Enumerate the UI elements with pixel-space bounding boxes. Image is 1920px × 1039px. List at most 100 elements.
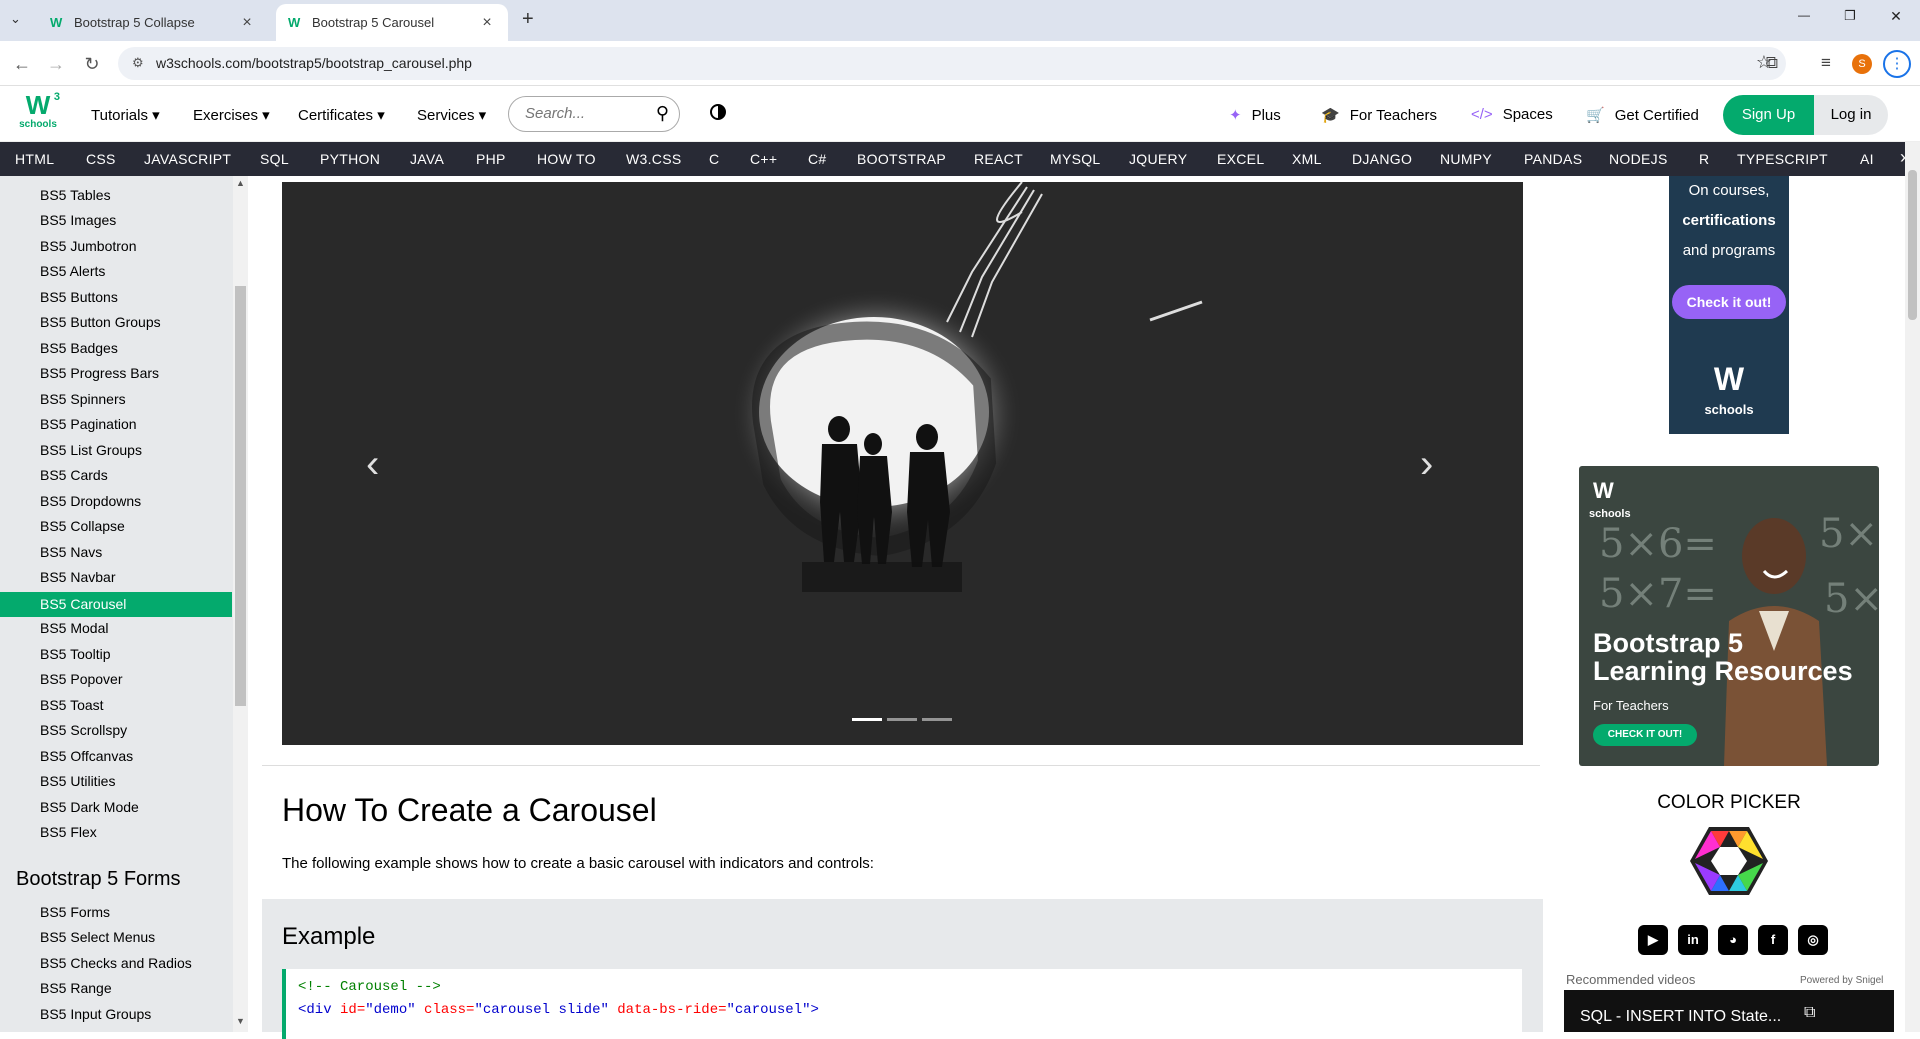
subnav-item[interactable]: PHP bbox=[476, 151, 506, 167]
color-picker-icon[interactable] bbox=[1689, 825, 1769, 897]
browser-menu-icon[interactable]: ⋮ bbox=[1883, 50, 1911, 78]
profile-avatar[interactable]: S bbox=[1852, 54, 1872, 74]
page-scroll-thumb[interactable] bbox=[1908, 170, 1917, 320]
tab-bootstrap-carousel[interactable]: W Bootstrap 5 Carousel × bbox=[276, 4, 508, 41]
sidebar-item[interactable]: BS5 Dark Mode bbox=[40, 795, 139, 820]
sidebar-item[interactable]: BS5 Flex bbox=[40, 820, 97, 845]
subnav-item[interactable]: TYPESCRIPT bbox=[1737, 151, 1828, 167]
linkedin-icon[interactable]: in bbox=[1678, 925, 1708, 955]
search-icon[interactable]: ⚲ bbox=[656, 103, 669, 124]
subnav-item[interactable]: PANDAS bbox=[1524, 151, 1582, 167]
log-in-button[interactable]: Log in bbox=[1814, 95, 1888, 135]
carousel-indicator[interactable] bbox=[852, 718, 882, 721]
subnav-item[interactable]: C bbox=[709, 151, 719, 167]
plus-link[interactable]: ✦ Plus bbox=[1229, 106, 1281, 125]
promo-ad[interactable]: On courses, certifications and programs … bbox=[1669, 176, 1789, 434]
sidebar-item[interactable]: BS5 Spinners bbox=[40, 387, 126, 412]
subnav-item[interactable]: CSS bbox=[86, 151, 116, 167]
subnav-item[interactable]: C++ bbox=[750, 151, 777, 167]
subnav-item[interactable]: NODEJS bbox=[1609, 151, 1668, 167]
subnav-item[interactable]: DJANGO bbox=[1352, 151, 1412, 167]
sidebar-item-active[interactable]: BS5 Carousel bbox=[40, 592, 126, 617]
subnav-item[interactable]: JQUERY bbox=[1129, 151, 1187, 167]
subnav-item[interactable]: SQL bbox=[260, 151, 289, 167]
sidebar-item[interactable]: BS5 Alerts bbox=[40, 259, 105, 284]
subnav-item[interactable]: HOW TO bbox=[537, 151, 596, 167]
site-info-icon[interactable]: ⚙ bbox=[132, 55, 144, 71]
minimize-button[interactable]: — bbox=[1784, 8, 1824, 32]
bootstrap-resources-ad[interactable]: 5×6= 5×7= 5× 5× W schools Bootstrap 5 Lea… bbox=[1579, 466, 1879, 766]
sidebar-item[interactable]: BS5 List Groups bbox=[40, 438, 142, 463]
tab-bootstrap-collapse[interactable]: W Bootstrap 5 Collapse × bbox=[38, 4, 268, 41]
sidebar-item[interactable]: BS5 Offcanvas bbox=[40, 744, 133, 769]
search-box[interactable]: ⚲ bbox=[508, 96, 680, 132]
sidebar-item[interactable]: BS5 Cards bbox=[40, 463, 108, 488]
instagram-icon[interactable]: ◎ bbox=[1798, 925, 1828, 955]
dark-mode-toggle-icon[interactable] bbox=[710, 104, 726, 120]
sidebar-item[interactable]: BS5 Scrollspy bbox=[40, 718, 127, 743]
youtube-icon[interactable]: ▶ bbox=[1638, 925, 1668, 955]
check-it-out-button[interactable]: CHECK IT OUT! bbox=[1593, 724, 1697, 746]
sidebar-item[interactable]: BS5 Modal bbox=[40, 616, 108, 641]
scroll-down-icon[interactable]: ▼ bbox=[236, 1016, 245, 1026]
menu-tutorials[interactable]: Tutorials ▾ bbox=[91, 106, 160, 124]
reload-button[interactable]: ↻ bbox=[78, 51, 106, 77]
get-certified-link[interactable]: 🛒 Get Certified bbox=[1586, 106, 1699, 125]
subnav-item[interactable]: MYSQL bbox=[1050, 151, 1101, 167]
scroll-up-icon[interactable]: ▲ bbox=[236, 178, 245, 188]
menu-services[interactable]: Services ▾ bbox=[417, 106, 486, 124]
external-link-icon[interactable]: ⧉ bbox=[1804, 1004, 1815, 1022]
restore-button[interactable]: ❐ bbox=[1830, 8, 1870, 32]
sidebar-item[interactable]: BS5 Buttons bbox=[40, 285, 118, 310]
tab-list-dropdown-icon[interactable]: ⌄ bbox=[10, 11, 21, 27]
sidebar-item[interactable]: BS5 Button Groups bbox=[40, 310, 161, 335]
facebook-icon[interactable]: f bbox=[1758, 925, 1788, 955]
sidebar-item[interactable]: BS5 Forms bbox=[40, 900, 110, 925]
new-tab-button[interactable]: + bbox=[522, 8, 534, 31]
back-button[interactable]: ← bbox=[8, 51, 36, 77]
sidebar-item[interactable]: BS5 Jumbotron bbox=[40, 234, 137, 259]
subnav-item[interactable]: NUMPY bbox=[1440, 151, 1492, 167]
sidebar-item[interactable]: BS5 Navbar bbox=[40, 565, 115, 590]
media-controls-icon[interactable]: ≡ bbox=[1814, 53, 1838, 73]
subnav-item[interactable]: REACT bbox=[974, 151, 1023, 167]
subnav-item[interactable]: JAVASCRIPT bbox=[144, 151, 231, 167]
carousel-prev-button[interactable]: ‹ bbox=[366, 442, 379, 487]
sidebar-item[interactable]: BS5 Input Groups bbox=[40, 1002, 151, 1027]
subnav-item[interactable]: AI bbox=[1860, 151, 1874, 167]
w3schools-logo[interactable]: W 3 schools bbox=[16, 91, 60, 137]
subnav-item[interactable]: BOOTSTRAP bbox=[857, 151, 946, 167]
subnav-item[interactable]: JAVA bbox=[410, 151, 444, 167]
close-tab-icon[interactable]: × bbox=[238, 14, 256, 32]
subnav-item[interactable]: XML bbox=[1292, 151, 1322, 167]
extensions-icon[interactable]: ⧉ bbox=[1760, 53, 1784, 73]
sidebar-item[interactable]: BS5 Toast bbox=[40, 693, 104, 718]
sidebar-item[interactable]: BS5 Progress Bars bbox=[40, 361, 159, 386]
subnav-item[interactable]: W3.CSS bbox=[626, 151, 681, 167]
sidebar-scroll-thumb[interactable] bbox=[235, 286, 246, 706]
carousel-next-button[interactable]: › bbox=[1420, 442, 1433, 487]
menu-certificates[interactable]: Certificates ▾ bbox=[298, 106, 385, 124]
spaces-link[interactable]: </> Spaces bbox=[1471, 106, 1553, 123]
sidebar-item[interactable]: BS5 Images bbox=[40, 208, 116, 233]
page-scrollbar[interactable] bbox=[1905, 142, 1920, 1032]
sidebar-item[interactable]: BS5 Navs bbox=[40, 540, 102, 565]
sidebar-item[interactable]: BS5 Dropdowns bbox=[40, 489, 141, 514]
sidebar-item[interactable]: BS5 Checks and Radios bbox=[40, 951, 192, 976]
close-window-button[interactable]: ✕ bbox=[1876, 8, 1916, 32]
sidebar-item[interactable]: BS5 Range bbox=[40, 976, 112, 1001]
sidebar-item[interactable]: BS5 Collapse bbox=[40, 514, 125, 539]
sidebar-item[interactable]: BS5 Badges bbox=[40, 336, 118, 361]
close-tab-icon[interactable]: × bbox=[478, 14, 496, 32]
sidebar-item[interactable]: BS5 Pagination bbox=[40, 412, 137, 437]
sign-up-button[interactable]: Sign Up bbox=[1723, 95, 1814, 135]
sidebar-item[interactable]: BS5 Tables bbox=[40, 183, 111, 208]
search-input[interactable] bbox=[525, 105, 645, 122]
sidebar-item[interactable]: BS5 Utilities bbox=[40, 769, 115, 794]
subnav-item[interactable]: EXCEL bbox=[1217, 151, 1264, 167]
url-bar[interactable]: ⚙ w3schools.com/bootstrap5/bootstrap_car… bbox=[118, 47, 1786, 80]
video-player[interactable]: SQL - INSERT INTO State... ⧉ bbox=[1564, 990, 1894, 1032]
forward-button[interactable]: → bbox=[42, 51, 70, 77]
for-teachers-link[interactable]: 🎓 For Teachers bbox=[1321, 106, 1437, 125]
sidebar-scrollbar[interactable]: ▲ ▼ bbox=[233, 176, 248, 1032]
